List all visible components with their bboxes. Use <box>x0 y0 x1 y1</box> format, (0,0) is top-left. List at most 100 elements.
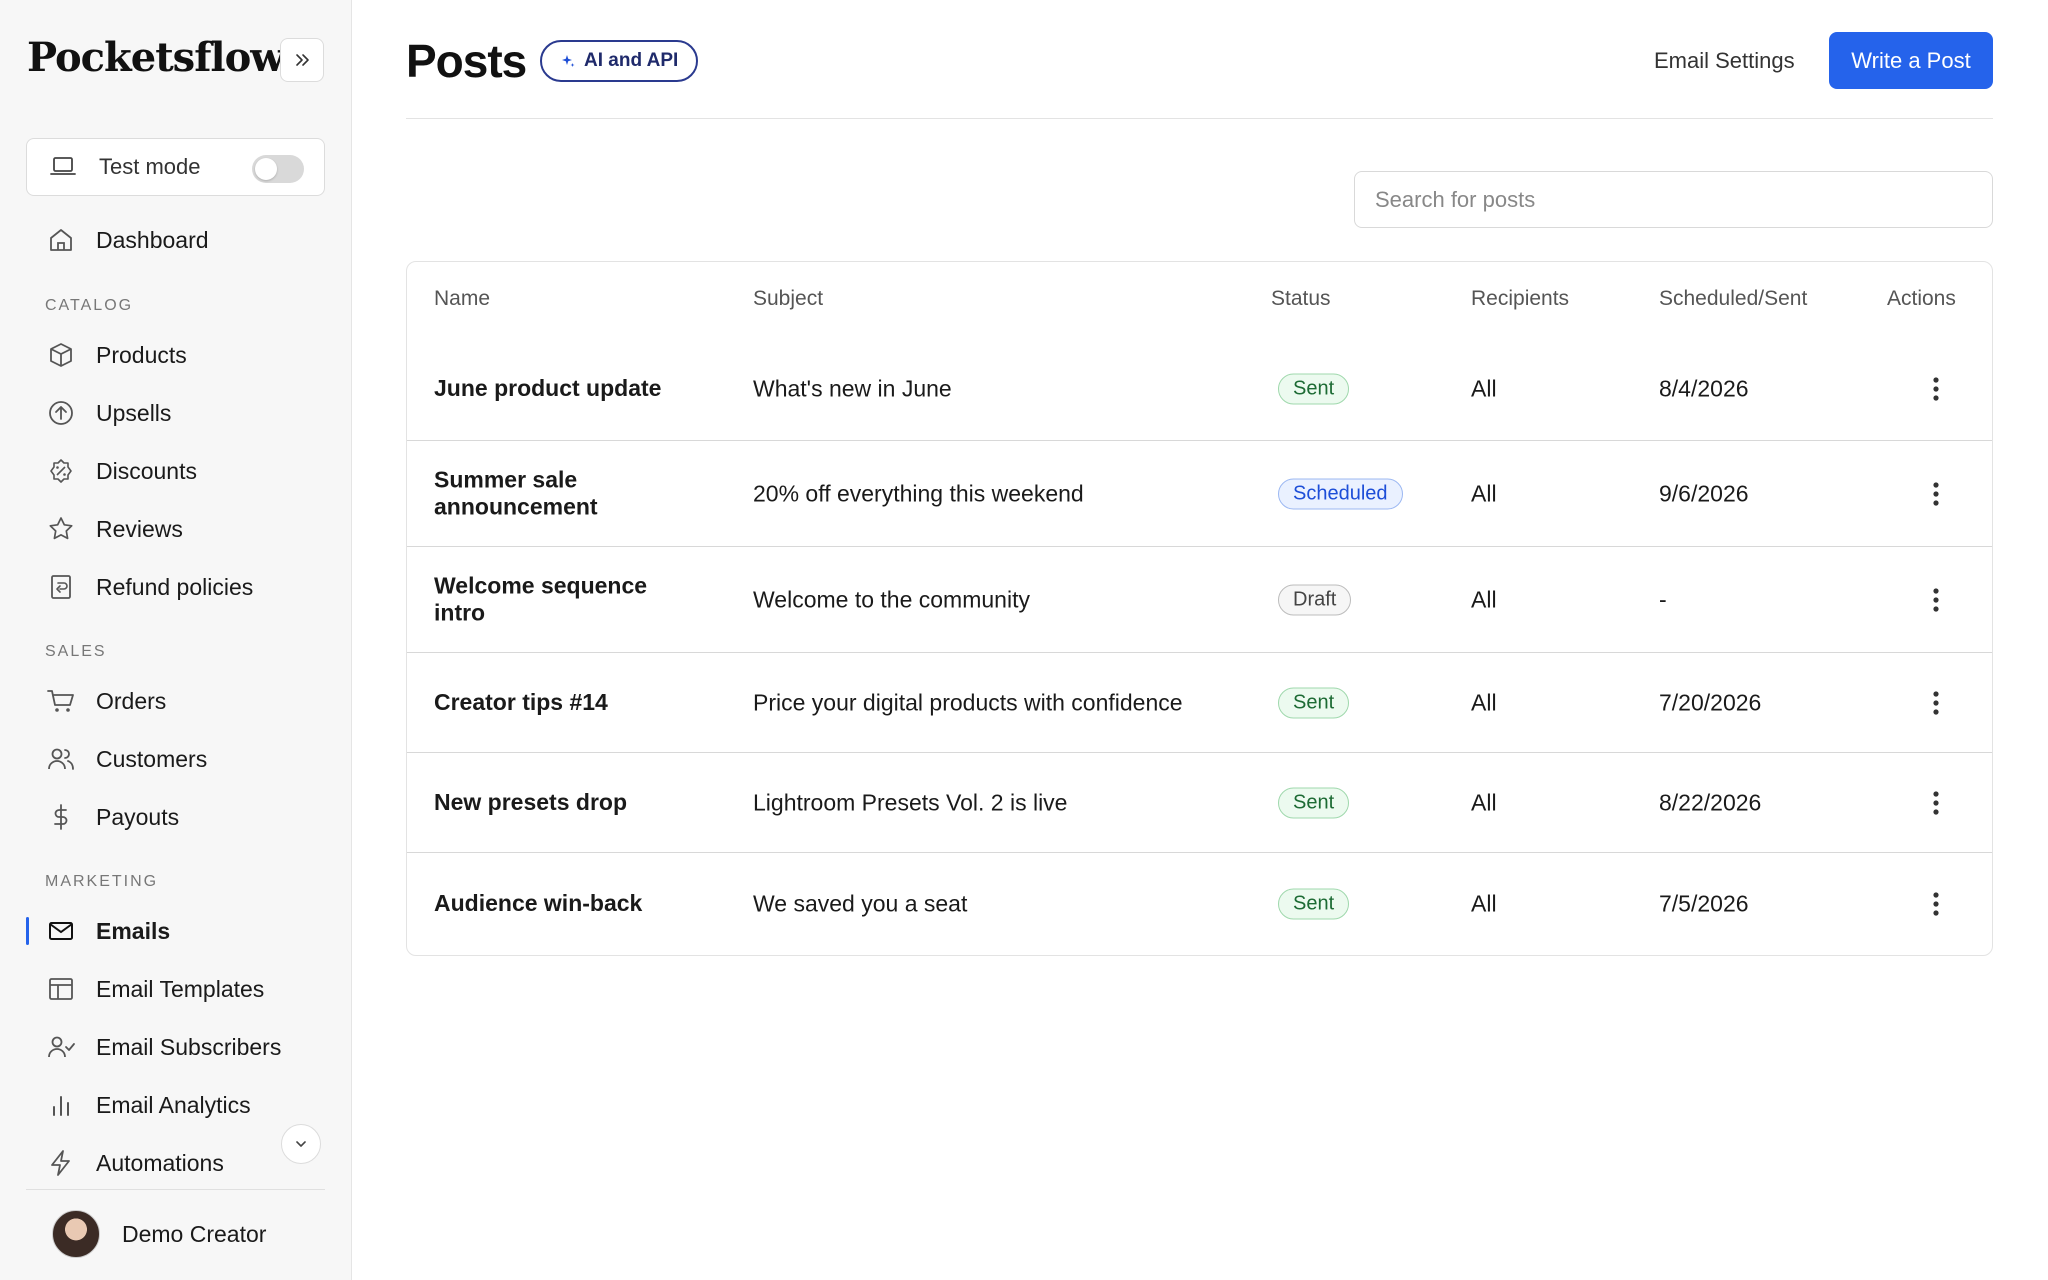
post-name[interactable]: Creator tips #14 <box>434 689 694 717</box>
kebab-menu-icon <box>1932 790 1940 816</box>
post-name[interactable]: Welcome sequence intro <box>434 572 694 627</box>
star-icon <box>46 514 76 544</box>
sidebar-item-email-subscribers[interactable]: Email Subscribers <box>26 1023 326 1071</box>
post-name[interactable]: New presets drop <box>434 789 694 817</box>
cart-icon <box>46 686 76 716</box>
column-header-status[interactable]: Status <box>1271 287 1331 311</box>
write-post-button[interactable]: Write a Post <box>1829 32 1993 89</box>
column-header-actions: Actions <box>1887 287 1956 310</box>
sidebar-item-label: Upsells <box>96 399 172 426</box>
sidebar-item-label: Email Subscribers <box>96 1033 282 1060</box>
sidebar-item-label: Automations <box>96 1149 224 1176</box>
sidebar-item-refund-policies[interactable]: Refund policies <box>26 563 326 611</box>
table-row[interactable]: New presets drop Lightroom Presets Vol. 2… <box>407 752 1992 852</box>
kebab-menu-icon <box>1932 481 1940 507</box>
column-header-name[interactable]: Name <box>434 287 490 311</box>
sidebar-item-label: Payouts <box>96 803 180 830</box>
more-actions-button[interactable] <box>1924 376 1948 402</box>
collapse-sidebar-button[interactable] <box>280 38 324 82</box>
table-row[interactable]: June product update What's new in June Sen… <box>407 338 1992 440</box>
more-actions-button[interactable] <box>1924 481 1948 507</box>
sidebar-item-orders[interactable]: Orders <box>26 677 326 725</box>
section-marketing: MARKETING <box>45 873 159 890</box>
avatar <box>52 1210 100 1258</box>
ai-badge-label: AI and API <box>584 50 679 71</box>
section-catalog: CATALOG <box>45 297 134 314</box>
status-badge-label: Sent <box>1278 888 1350 919</box>
post-subject: We saved you a seat <box>753 890 968 916</box>
post-recipients: All <box>1471 375 1497 402</box>
sidebar-item-label: Orders <box>96 687 167 714</box>
sidebar-item-customers[interactable]: Customers <box>26 735 326 783</box>
search-input[interactable] <box>1354 171 1993 228</box>
post-name[interactable]: June product update <box>434 375 694 403</box>
posts-table: Name Subject Status Recipients Scheduled… <box>406 261 1993 956</box>
post-name[interactable]: Summer sale announcement <box>434 466 694 521</box>
test-mode-control: Test mode <box>26 138 325 196</box>
brand-logo[interactable]: Pocketsflow <box>27 34 285 81</box>
user-profile[interactable]: Demo Creator <box>52 1210 266 1258</box>
more-actions-button[interactable] <box>1924 891 1948 917</box>
post-recipients: All <box>1471 480 1497 506</box>
post-date: 9/6/2026 <box>1659 480 1749 506</box>
test-mode-toggle[interactable] <box>252 155 304 183</box>
post-subject: Lightroom Presets Vol. 2 is live <box>753 789 1068 815</box>
column-header-recipients[interactable]: Recipients <box>1471 287 1569 311</box>
laptop-icon <box>50 157 76 175</box>
box-icon <box>46 340 76 370</box>
sidebar-item-upsells[interactable]: Upsells <box>26 389 326 437</box>
table-row[interactable]: Summer sale announcement 20% off everythi… <box>407 440 1992 546</box>
sidebar-item-label: Email Templates <box>96 975 265 1002</box>
discount-badge-icon <box>46 456 76 486</box>
sidebar-divider <box>26 1189 325 1190</box>
sidebar: Pocketsflow Test mode Dashboard CATALOG … <box>0 0 352 1280</box>
more-actions-button[interactable] <box>1924 790 1948 816</box>
bar-chart-icon <box>46 1090 76 1120</box>
sidebar-item-email-templates[interactable]: Email Templates <box>26 965 326 1013</box>
sidebar-item-payouts[interactable]: Payouts <box>26 793 326 841</box>
sidebar-item-discounts[interactable]: Discounts <box>26 447 326 495</box>
post-recipients: All <box>1471 789 1497 815</box>
post-recipients: All <box>1471 890 1497 916</box>
refund-receipt-icon <box>46 572 76 602</box>
sidebar-item-label: Products <box>96 341 187 368</box>
status-badge: Scheduled <box>1278 478 1403 509</box>
more-actions-button[interactable] <box>1924 587 1948 613</box>
more-actions-button[interactable] <box>1924 690 1948 716</box>
lightning-icon <box>46 1148 76 1178</box>
kebab-menu-icon <box>1932 587 1940 613</box>
status-badge: Sent <box>1278 888 1350 919</box>
post-name[interactable]: Audience win-back <box>434 890 694 918</box>
status-badge: Sent <box>1278 373 1350 405</box>
post-date: 7/5/2026 <box>1659 890 1749 916</box>
post-recipients: All <box>1471 689 1497 715</box>
ai-and-api-badge[interactable]: AI and API <box>540 40 699 82</box>
sidebar-item-label: Email Analytics <box>96 1091 251 1118</box>
sidebar-item-emails[interactable]: Emails <box>26 907 326 955</box>
status-badge: Sent <box>1278 687 1350 718</box>
status-badge-label: Draft <box>1278 584 1352 615</box>
table-row[interactable]: Welcome sequence intro Welcome to the com… <box>407 546 1992 652</box>
table-row[interactable]: Audience win-back We saved you a seat Sent… <box>407 852 1992 954</box>
table-row[interactable]: Creator tips #14 Price your digital produ… <box>407 652 1992 752</box>
email-settings-link[interactable]: Email Settings <box>1654 48 1795 74</box>
post-date: 8/22/2026 <box>1659 789 1762 815</box>
sidebar-item-email-analytics[interactable]: Email Analytics <box>26 1081 326 1129</box>
home-icon <box>46 225 76 255</box>
sidebar-item-products[interactable]: Products <box>26 331 326 379</box>
post-date: 7/20/2026 <box>1659 689 1762 715</box>
sidebar-item-dashboard[interactable]: Dashboard <box>26 216 326 264</box>
arrow-up-circle-icon <box>46 398 76 428</box>
scroll-down-button[interactable] <box>281 1124 321 1164</box>
status-badge-label: Sent <box>1278 787 1350 818</box>
post-subject: Welcome to the community <box>753 586 1030 612</box>
status-badge-label: Sent <box>1278 373 1350 405</box>
status-badge: Sent <box>1278 787 1350 818</box>
column-header-subject[interactable]: Subject <box>753 287 823 311</box>
post-subject: Price your digital products with confide… <box>753 689 1183 715</box>
header-divider <box>406 118 1993 119</box>
column-header-scheduled-sent[interactable]: Scheduled/Sent <box>1659 287 1807 311</box>
user-name: Demo Creator <box>122 1220 267 1247</box>
sidebar-item-reviews[interactable]: Reviews <box>26 505 326 553</box>
sparkle-icon <box>560 53 576 69</box>
